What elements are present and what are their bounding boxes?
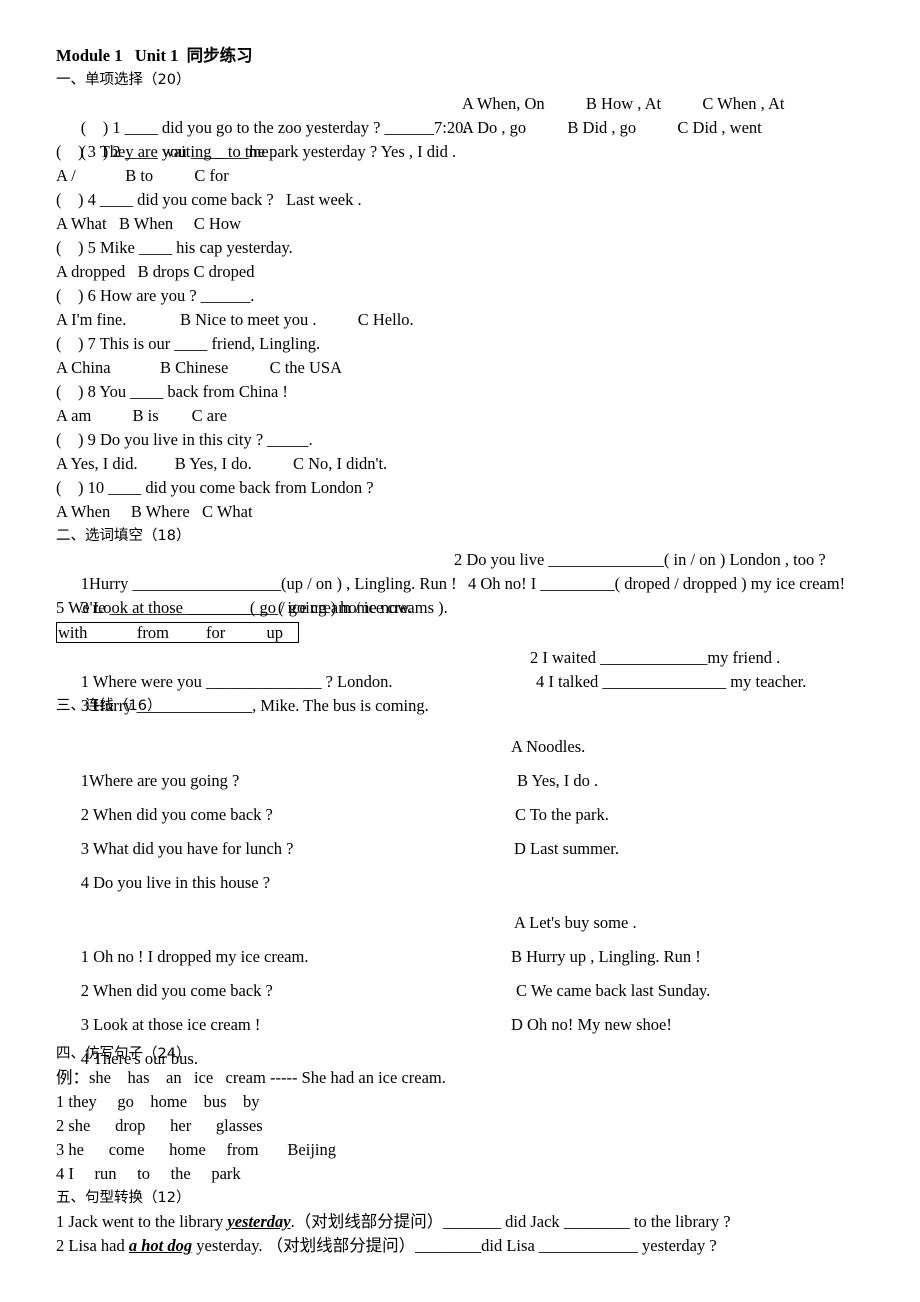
section5-item-2-prefix: 2 Lisa had [56, 1236, 129, 1255]
question-row-2: ( ) 2 ____ you ____ to the park yesterda… [56, 116, 876, 161]
section4-example: 例：she has an ice cream ----- She had an … [56, 1068, 446, 1087]
word-bank-box: with from for up [56, 622, 299, 643]
fill-item-2: 2 Do you live ______________( in / on ) … [454, 550, 826, 569]
fill-item-5: 5 We're _________________( go / going ) … [56, 598, 413, 617]
match-row: 4 Do you live in this house ? D Last sum… [56, 832, 876, 892]
match-right-item: A Let's buy some . [514, 913, 637, 932]
fill-item-7: 2 I waited _____________my friend . [530, 648, 781, 667]
section4-item-1: 1 they go home bus by [56, 1092, 260, 1111]
section5-item-2-underlined: a hot dog [128, 1236, 193, 1255]
match-left-item: 4 Do you live in this house ? [80, 873, 271, 892]
question-6-stem: ( ) 6 How are you ? ______. [56, 286, 255, 305]
question-7-stem: ( ) 7 This is our ____ friend, Lingling. [56, 334, 321, 353]
question-6-options: A I'm fine. B Nice to meet you . C Hello… [56, 310, 414, 329]
fill-row-2: 3 Look at those ___________( ice cream /… [56, 572, 876, 617]
question-9-options: A Yes, I did. B Yes, I do. C No, I didn'… [56, 454, 388, 473]
question-1-options: A When, On B How , At C When , At [462, 94, 785, 113]
match-right-item: B Yes, I do . [517, 771, 599, 790]
section-heading-1: 一、单项选择（20） [56, 72, 191, 88]
worksheet-content: Module 1 Unit 1 同步练习 一、单项选择（20） ( ) 1 __… [56, 44, 876, 1258]
fill-item-4: 4 Oh no! I _________( droped / dropped )… [468, 574, 846, 593]
section-heading-2: 二、选词填空（18） [56, 528, 191, 544]
section-heading-5: 五、句型转换（12） [56, 1190, 191, 1206]
fill-row-4: 1 Where were you ______________ ? London… [56, 646, 876, 691]
section4-item-2: 2 she drop her glasses [56, 1116, 263, 1135]
section5-item-1-suffix: .（对划线部分提问）_______ did Jack ________ to t… [290, 1212, 731, 1231]
section4-item-4: 4 I run to the park [56, 1164, 241, 1183]
fill-item-8: 3 Hurry ______________, Mike. The bus is… [80, 696, 429, 715]
match-row: 2 When did you come back ? B Hurry up , … [56, 940, 876, 1000]
question-10-stem: ( ) 10 ____ did you come back from Londo… [56, 478, 374, 497]
question-8-options: A am B is C are [56, 406, 227, 425]
fill-row-1: 1Hurry __________________(up / on ) , Li… [56, 548, 876, 593]
worksheet-page: Module 1 Unit 1 同步练习 一、单项选择（20） ( ) 1 __… [0, 0, 920, 1302]
match-right-item: B Hurry up , Lingling. Run ! [511, 947, 701, 966]
match-right-item: D Oh no! My new shoe! [511, 1015, 672, 1034]
question-4-options: A What B When C How [56, 214, 242, 233]
match-row: 3 What did you have for lunch ? C To the… [56, 798, 876, 858]
question-5-options: A dropped B drops C droped [56, 262, 255, 281]
section5-item-2: 2 Lisa had a hot dog yesterday. （对划线部分提问… [56, 1234, 876, 1258]
question-row-1: ( ) 1 ____ did you go to the zoo yesterd… [56, 92, 876, 137]
page-title: Module 1 Unit 1 同步练习 [56, 46, 253, 65]
section5-item-1: 1 Jack went to the library yesterday.（对划… [56, 1210, 876, 1234]
question-3-options: A / B to C for [56, 166, 229, 185]
question-7-options: A China B Chinese C the USA [56, 358, 343, 377]
match-right-item: D Last summer. [514, 839, 619, 858]
match-row: 2 When did you come back ? B Yes, I do . [56, 764, 876, 824]
question-8-stem: ( ) 8 You ____ back from China ! [56, 382, 288, 401]
match-row: 4 There's our bus. D Oh no! My new shoe! [56, 1008, 876, 1068]
match-right-item: C To the park. [515, 805, 609, 824]
match-row: 1Where are you going ? A Noodles. [56, 730, 876, 790]
question-2-options: A Do , go B Did , go C Did , went [462, 118, 762, 137]
section5-item-1-underlined: yesterday [227, 1212, 291, 1231]
question-9-stem: ( ) 9 Do you live in this city ? _____. [56, 430, 313, 449]
match-right-item: A Noodles. [511, 737, 586, 756]
question-4-stem: ( ) 4 ____ did you come back ? Last week… [56, 190, 362, 209]
fill-row-5: 3 Hurry ______________, Mike. The bus is… [56, 670, 876, 715]
match-right-item: C We came back last Sunday. [516, 981, 711, 1000]
match-row: 3 Look at those ice cream ! C We came ba… [56, 974, 876, 1034]
question-5-stem: ( ) 5 Mike ____ his cap yesterday. [56, 238, 293, 257]
match-row: 1 Oh no ! I dropped my ice cream. A Let'… [56, 906, 876, 966]
question-10-options: A When B Where C What [56, 502, 253, 521]
question-3-stem: ( ) 3 They are waiting ____me . [56, 142, 278, 161]
section5-item-1-prefix: 1 Jack went to the library [56, 1212, 228, 1231]
fill-item-9: 4 I talked _______________ my teacher. [536, 672, 807, 691]
section4-item-3: 3 he come home from Beijing [56, 1140, 336, 1159]
section5-item-2-suffix: yesterday. （对划线部分提问）________did Lisa ___… [192, 1236, 717, 1255]
